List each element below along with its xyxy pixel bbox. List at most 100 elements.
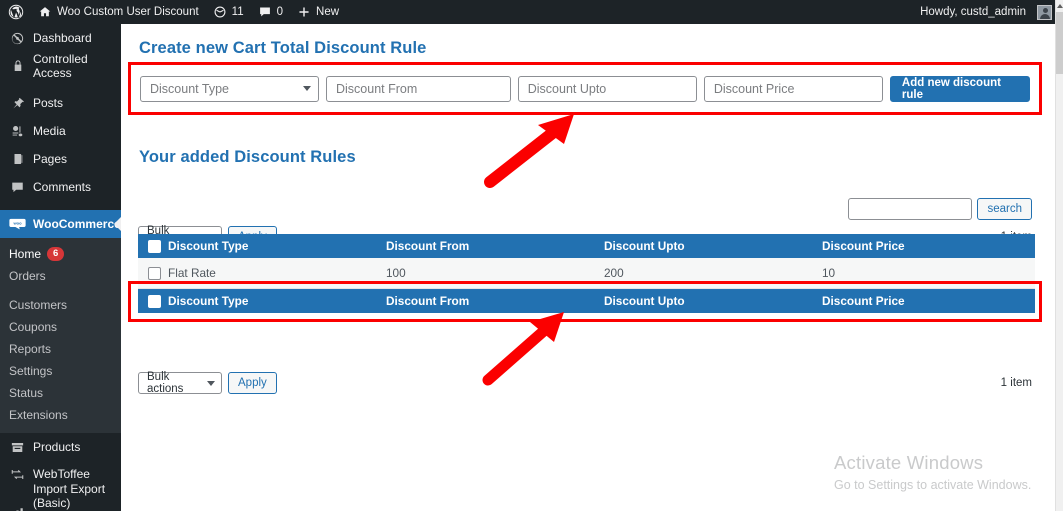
comments-menu[interactable]: 0 xyxy=(251,0,290,24)
sidebar-item-webtoffee-import-export[interactable]: WebToffee Import Export (Basic) xyxy=(0,461,121,510)
column-footer-discount-type[interactable]: Discount Type xyxy=(168,294,386,308)
submenu-item-label: Customers xyxy=(9,298,68,313)
search-button[interactable]: search xyxy=(977,198,1032,220)
checkbox-icon xyxy=(148,239,161,253)
discount-upto-input[interactable]: Discount Upto xyxy=(517,75,697,102)
new-content-menu[interactable]: New xyxy=(290,0,346,24)
comments-count: 0 xyxy=(276,6,284,18)
column-header-discount-upto[interactable]: Discount Upto xyxy=(604,239,822,253)
select-all-checkbox-bottom[interactable] xyxy=(138,294,168,308)
svg-text:woo: woo xyxy=(12,220,22,225)
home-badge-count: 6 xyxy=(47,247,65,262)
sidebar-item-pages[interactable]: Pages xyxy=(0,145,121,173)
submenu-item-settings[interactable]: Settings xyxy=(0,360,121,382)
wordpress-logo-icon xyxy=(8,4,24,20)
column-footer-discount-from[interactable]: Discount From xyxy=(386,294,604,308)
chevron-down-icon xyxy=(302,86,311,91)
column-footer-discount-price[interactable]: Discount Price xyxy=(822,294,1035,308)
sidebar-item-label: Controlled Access xyxy=(33,51,88,80)
row-checkbox[interactable] xyxy=(138,266,168,280)
sidebar-item-label: WooCommerce xyxy=(33,216,121,231)
submenu-item-extensions[interactable]: Extensions xyxy=(0,404,121,426)
home-icon xyxy=(38,5,52,19)
submenu-item-home[interactable]: Home 6 xyxy=(0,243,121,265)
pin-icon xyxy=(9,96,26,111)
watermark-title: Activate Windows xyxy=(834,452,984,473)
scrollbar-thumb[interactable] xyxy=(1056,12,1063,74)
create-rule-form-highlight: Discount Type Discount From Discount Upt… xyxy=(128,62,1042,115)
apply-button-bottom[interactable]: Apply xyxy=(228,372,277,394)
discount-price-placeholder: Discount Price xyxy=(713,81,795,96)
sidebar-item-dashboard[interactable]: Dashboard xyxy=(0,24,121,52)
submenu-item-label: Extensions xyxy=(9,408,68,423)
wordpress-logo-menu[interactable] xyxy=(0,0,31,24)
sidebar-item-media[interactable]: Media xyxy=(0,117,121,145)
submenu-item-label: Status xyxy=(9,386,44,401)
sidebar-item-label: Comments xyxy=(33,179,92,194)
updates-count: 11 xyxy=(231,6,244,18)
sidebar-item-cutoff[interactable] xyxy=(0,499,121,511)
howdy-label: Howdy, custd_admin xyxy=(920,6,1026,18)
dashboard-icon xyxy=(9,31,26,46)
woocommerce-icon: woo xyxy=(9,218,26,231)
submenu-item-label: Coupons xyxy=(9,320,58,335)
discount-type-select[interactable]: Discount Type xyxy=(140,75,319,102)
submenu-gap xyxy=(0,287,121,294)
sidebar-item-controlled-access[interactable]: Controlled Access xyxy=(0,52,121,80)
discount-price-input[interactable]: Discount Price xyxy=(703,75,883,102)
table-row[interactable]: Flat Rate 100 200 10 xyxy=(138,258,1035,289)
submenu-item-label: Settings xyxy=(9,364,53,379)
site-name-menu[interactable]: Woo Custom User Discount xyxy=(31,0,206,24)
windows-activation-watermark: Activate Windows Go to Settings to activ… xyxy=(834,452,1031,492)
item-count-bottom: 1 item xyxy=(1000,377,1032,389)
discount-rules-table: Discount Type Discount From Discount Upt… xyxy=(138,234,1035,313)
submenu-item-coupons[interactable]: Coupons xyxy=(0,316,121,338)
column-header-discount-price[interactable]: Discount Price xyxy=(822,239,1035,253)
sidebar-item-posts[interactable]: Posts xyxy=(0,89,121,117)
account-menu[interactable]: Howdy, custd_admin xyxy=(913,0,1059,24)
submenu-item-orders[interactable]: Orders xyxy=(0,265,121,287)
sidebar-item-label: Products xyxy=(33,440,81,455)
woocommerce-submenu: Home 6 Orders Customers Coupons Reports … xyxy=(0,238,121,434)
page-title-create-rule: Create new Cart Total Discount Rule xyxy=(139,39,427,57)
sidebar-item-label: Dashboard xyxy=(33,30,92,45)
bulk-actions-selected-value: Bulk actions xyxy=(147,371,184,395)
bulk-actions-select-bottom[interactable]: Bulk actions xyxy=(138,371,222,395)
sidebar-lower-group: Products WebToffee Import Export (Basic) xyxy=(0,433,121,511)
discount-from-input[interactable]: Discount From xyxy=(325,75,511,102)
checkbox-icon xyxy=(148,266,161,280)
comment-icon xyxy=(9,180,26,195)
main-content: Create new Cart Total Discount Rule Disc… xyxy=(121,24,1055,511)
sidebar-item-label: Posts xyxy=(33,95,64,110)
page-title-rules-list: Your added Discount Rules xyxy=(139,148,356,166)
column-header-discount-from[interactable]: Discount From xyxy=(386,239,604,253)
scrollbar-up-arrow-icon[interactable] xyxy=(1056,0,1063,12)
site-name-label: Woo Custom User Discount xyxy=(57,6,199,18)
analytics-icon xyxy=(9,506,26,511)
sidebar-item-label: Media xyxy=(33,123,66,138)
import-export-icon xyxy=(9,467,26,482)
updates-menu[interactable]: 11 xyxy=(206,0,251,24)
sidebar-item-woocommerce[interactable]: woo WooCommerce xyxy=(0,210,121,238)
add-new-discount-rule-button[interactable]: Add new discount rule xyxy=(889,75,1030,102)
comment-bubble-icon xyxy=(258,5,272,19)
create-rule-form: Discount Type Discount From Discount Upt… xyxy=(131,65,1039,112)
discount-upto-placeholder: Discount Upto xyxy=(527,81,607,96)
bulk-actions-bottom: Bulk actions Apply xyxy=(138,371,277,395)
select-all-checkbox-top[interactable] xyxy=(138,239,168,253)
page-scrollbar[interactable] xyxy=(1055,0,1063,511)
sidebar-item-comments[interactable]: Comments xyxy=(0,173,121,201)
submenu-item-reports[interactable]: Reports xyxy=(0,338,121,360)
column-footer-discount-upto[interactable]: Discount Upto xyxy=(604,294,822,308)
submenu-item-customers[interactable]: Customers xyxy=(0,294,121,316)
discount-from-placeholder: Discount From xyxy=(335,81,418,96)
sidebar-item-products[interactable]: Products xyxy=(0,433,121,461)
updates-icon xyxy=(213,5,227,19)
watermark-subtitle: Go to Settings to activate Windows. xyxy=(834,478,1032,492)
column-header-discount-type[interactable]: Discount Type xyxy=(168,239,386,253)
search-input[interactable] xyxy=(848,198,973,220)
search-form: search xyxy=(848,198,1032,220)
cell-discount-type: Flat Rate xyxy=(168,266,216,280)
admin-sidebar: Dashboard Controlled Access Posts Media xyxy=(0,24,121,511)
submenu-item-status[interactable]: Status xyxy=(0,382,121,404)
